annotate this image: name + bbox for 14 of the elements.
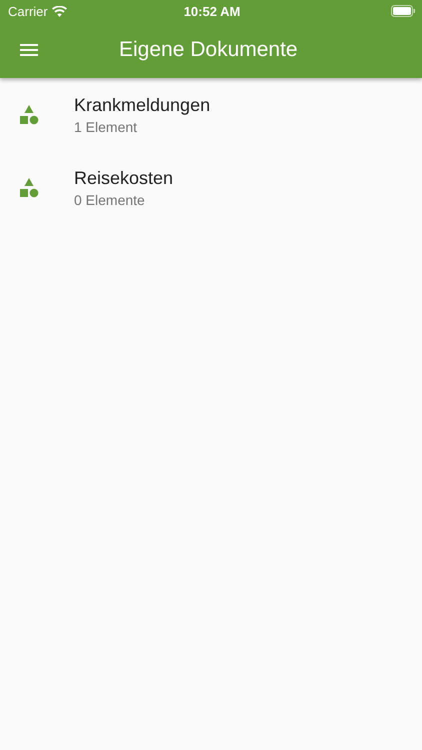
menu-icon: [20, 44, 38, 56]
item-count: 1 Element: [74, 118, 138, 134]
shapes-icon: [19, 178, 39, 198]
carrier-label: Carrier: [8, 4, 48, 18]
app-bar-title: Eigene Dokumente: [119, 38, 298, 62]
item-count: 0 Elemente: [74, 192, 146, 208]
document-folder-item[interactable]: Krankmeldungen 1 Element: [0, 78, 422, 151]
document-folder-item[interactable]: Reisekosten 0 Elemente: [0, 151, 422, 224]
clock-time: 10:52 AM: [184, 4, 240, 18]
wifi-icon: [52, 6, 67, 16]
shapes-icon: [19, 104, 39, 124]
folder-title: Reisekosten: [74, 168, 174, 188]
folder-title: Krankmeldungen: [74, 94, 210, 116]
battery-icon: [391, 5, 416, 17]
